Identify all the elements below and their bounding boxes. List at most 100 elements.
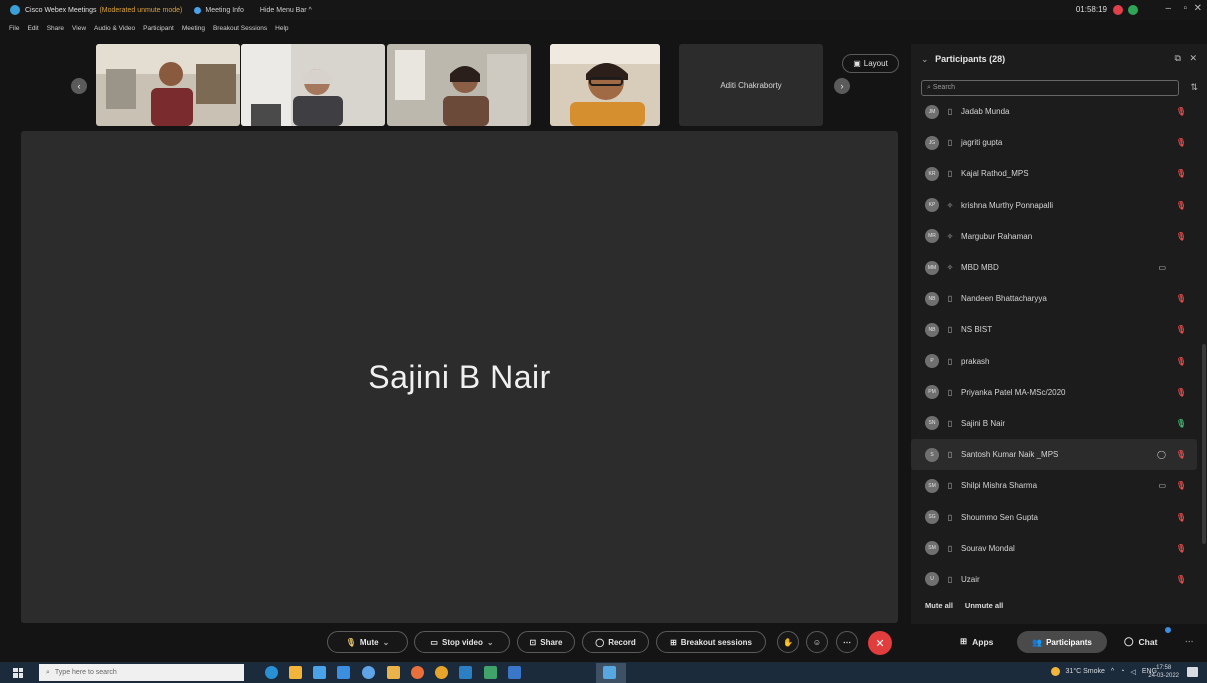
video-thumbnail-4[interactable] <box>550 44 660 126</box>
file-explorer-icon[interactable] <box>289 666 302 679</box>
layout-button[interactable]: ▣ Layout <box>842 54 899 73</box>
app-icon[interactable] <box>387 666 400 679</box>
outlook-app-icon[interactable] <box>508 666 521 679</box>
participants-header[interactable]: ⌄ Participants (28) <box>921 54 1005 65</box>
mic-muted-icon[interactable]: 🎙 <box>1176 107 1186 116</box>
browser-app-icon[interactable] <box>362 666 375 679</box>
weather-label[interactable]: 31°C Smoke <box>1066 668 1105 675</box>
thumbnails-next-button[interactable]: › <box>834 78 850 94</box>
chevron-down-icon[interactable]: ⌄ <box>921 54 929 64</box>
participant-row[interactable]: P ▯ prakash 🎙 <box>911 346 1197 377</box>
menu-share[interactable]: Share <box>47 25 64 32</box>
participant-row[interactable]: KP ✧ krishna Murthy Ponnapalli 🎙 <box>911 190 1197 221</box>
participant-row[interactable]: MR ✧ Margubur Rahaman 🎙 <box>911 221 1197 252</box>
app-icon[interactable] <box>484 666 497 679</box>
popout-icon[interactable]: ⧉ <box>1175 53 1181 63</box>
taskbar-search-input[interactable]: ⌕ Type here to search <box>39 664 244 681</box>
windows-start-icon[interactable] <box>13 667 23 678</box>
mic-muted-icon[interactable]: 🎙 <box>1176 450 1186 459</box>
mic-muted-icon[interactable]: 🎙 <box>1176 294 1186 303</box>
meeting-info-icon[interactable] <box>194 6 202 14</box>
network-icon[interactable]: ◔ <box>1120 668 1124 675</box>
menu-audio-video[interactable]: Audio & Video <box>94 25 135 32</box>
network-status-icon[interactable] <box>1128 5 1138 15</box>
raise-hand-button[interactable]: ✋ <box>777 631 799 653</box>
mic-muted-icon[interactable]: 🎙 <box>1176 232 1186 241</box>
sort-icon[interactable]: ⇅ <box>1190 82 1198 93</box>
mic-muted-icon[interactable]: 🎙 <box>1176 201 1186 210</box>
chat-bubble-icon[interactable]: ◯ <box>1157 450 1166 459</box>
chat-button[interactable]: ◯ Chat <box>1124 636 1157 647</box>
participant-row[interactable]: JM ▯ Jadab Munda 🎙 <box>911 96 1197 127</box>
weather-icon[interactable] <box>1050 667 1060 676</box>
stop-video-button[interactable]: ▭ Stop video ⌄ <box>414 631 510 653</box>
unmute-all-button[interactable]: Unmute all <box>965 601 1003 610</box>
mic-muted-icon[interactable]: 🎙 <box>1176 357 1186 366</box>
mic-on-icon[interactable]: 🎙 <box>1176 419 1186 428</box>
mute-button[interactable]: 🎙 Mute ⌄ <box>327 631 408 653</box>
more-options-button[interactable]: ⋯ <box>836 631 858 653</box>
share-button[interactable]: ⊡ Share <box>517 631 575 653</box>
hide-menu-bar-button[interactable]: Hide Menu Bar ^ <box>260 7 312 14</box>
video-thumbnail-2[interactable] <box>241 44 385 126</box>
meeting-info-button[interactable]: Meeting Info <box>205 7 244 14</box>
word-app-icon[interactable] <box>337 666 350 679</box>
participant-row[interactable]: PM ▯ Priyanka Patel MA-MSc/2020 🎙 <box>911 377 1197 408</box>
menu-view[interactable]: View <box>72 25 86 32</box>
close-icon[interactable]: ✕ <box>1194 3 1202 14</box>
chevron-up-icon[interactable]: ^ <box>1111 668 1114 675</box>
participant-row[interactable]: KR ▯ Kajal Rathod_MPS 🎙 <box>911 158 1197 189</box>
participant-row[interactable]: SG ▯ Shoummo Sen Gupta 🎙 <box>911 501 1197 532</box>
participant-row[interactable]: SM ▯ Sourav Mondal 🎙 <box>911 533 1197 564</box>
video-thumbnail-3[interactable] <box>387 44 531 126</box>
more-icon[interactable]: ⋯ <box>1185 636 1194 647</box>
panel-close-icon[interactable]: ✕ <box>1189 53 1197 63</box>
breakout-sessions-button[interactable]: ⊞ Breakout sessions <box>656 631 766 653</box>
video-thumbnail-aditi[interactable]: Aditi Chakraborty <box>679 44 823 126</box>
mic-muted-icon[interactable]: 🎙 <box>1176 138 1186 147</box>
mute-all-button[interactable]: Mute all <box>925 601 953 610</box>
taskbar-clock[interactable]: 17:58 24-03-2022 <box>1148 664 1179 680</box>
store-app-icon[interactable] <box>313 666 326 679</box>
minimize-icon[interactable]: – <box>1165 3 1171 14</box>
participant-row[interactable]: SM ▯ Shilpi Mishra Sharma ▭ 🎙 <box>911 470 1197 501</box>
menu-help[interactable]: Help <box>275 25 288 32</box>
maximize-icon[interactable]: ▫ <box>1183 3 1187 14</box>
participant-row[interactable]: SN ▯ Sajini B Nair 🎙 <box>911 408 1197 439</box>
reactions-button[interactable]: ☺ <box>806 631 828 653</box>
edge-app-icon[interactable] <box>265 666 278 679</box>
menu-breakout-sessions[interactable]: Breakout Sessions <box>213 25 267 32</box>
thumbnails-prev-button[interactable]: ‹ <box>71 78 87 94</box>
participant-row[interactable]: NB ▯ NS BIST 🎙 <box>911 314 1197 345</box>
apps-button[interactable]: ⊞ Apps <box>960 636 993 647</box>
menu-file[interactable]: File <box>9 25 19 32</box>
menu-meeting[interactable]: Meeting <box>182 25 205 32</box>
notification-icon[interactable] <box>1187 667 1198 677</box>
participants-search-input[interactable]: ⌕ Search <box>921 80 1179 96</box>
volume-icon[interactable]: ◁ <box>1130 668 1135 676</box>
chevron-down-icon[interactable]: ⌄ <box>487 638 494 647</box>
chevron-down-icon[interactable]: ⌄ <box>383 638 390 647</box>
chrome-app-icon[interactable] <box>435 666 448 679</box>
participant-row[interactable]: JG ▯ jagriti gupta 🎙 <box>911 127 1197 158</box>
participant-row[interactable]: S ▯ Santosh Kumar Naik _MPS ◯ 🎙 <box>911 439 1197 471</box>
mic-muted-icon[interactable]: 🎙 <box>1176 388 1186 397</box>
record-button[interactable]: ◯ Record <box>582 631 649 653</box>
participant-row[interactable]: MM ✧ MBD MBD ▭ <box>911 252 1197 283</box>
mic-muted-icon[interactable]: 🎙 <box>1176 169 1186 178</box>
video-thumbnail-1[interactable] <box>96 44 240 126</box>
menu-participant[interactable]: Participant <box>143 25 174 32</box>
mic-muted-icon[interactable]: 🎙 <box>1176 513 1186 522</box>
mic-muted-icon[interactable]: 🎙 <box>1176 575 1186 584</box>
webex-app-icon[interactable] <box>603 666 616 679</box>
menu-edit[interactable]: Edit <box>27 25 38 32</box>
participants-button[interactable]: 👥 Participants <box>1017 631 1107 653</box>
participant-row[interactable]: U ▯ Uzair 🎙 <box>911 564 1197 595</box>
mic-muted-icon[interactable]: 🎙 <box>1176 481 1186 490</box>
participants-scrollbar[interactable] <box>1202 344 1206 544</box>
participant-row[interactable]: NB ▯ Nandeen Bhattacharyya 🎙 <box>911 283 1197 314</box>
leave-meeting-button[interactable]: ✕ <box>868 631 892 655</box>
app-icon[interactable] <box>459 666 472 679</box>
mic-muted-icon[interactable]: 🎙 <box>1176 325 1186 334</box>
firefox-app-icon[interactable] <box>411 666 424 679</box>
